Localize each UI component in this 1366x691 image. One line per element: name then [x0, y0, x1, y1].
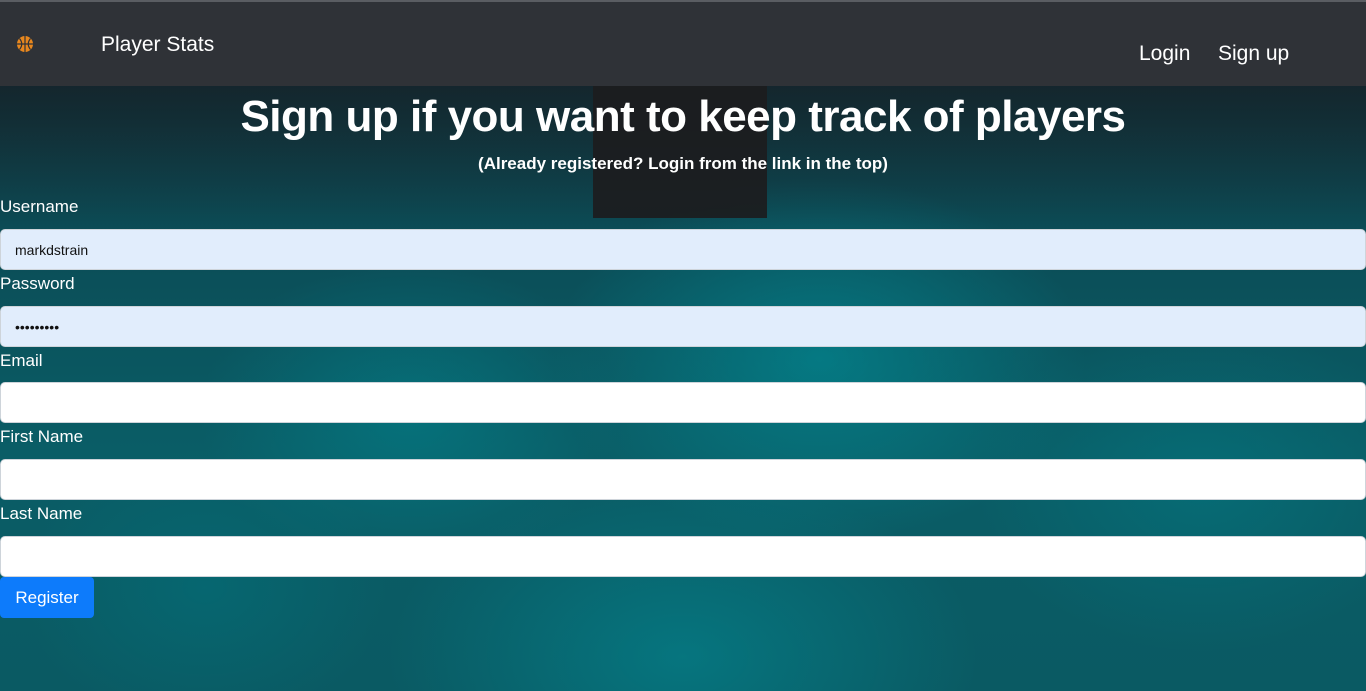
top-navbar: Player Stats Login Sign up — [0, 0, 1366, 86]
basketball-icon[interactable] — [16, 35, 34, 53]
first-name-input[interactable] — [0, 459, 1366, 500]
register-button[interactable]: Register — [0, 577, 94, 618]
last-name-input[interactable] — [0, 536, 1366, 577]
nav-login-link[interactable]: Login — [1139, 42, 1190, 66]
username-input[interactable] — [0, 229, 1366, 270]
password-label: Password — [0, 274, 75, 293]
nav-signup-link[interactable]: Sign up — [1218, 42, 1289, 66]
email-input[interactable] — [0, 382, 1366, 423]
username-label: Username — [0, 197, 79, 216]
password-input[interactable] — [0, 306, 1366, 347]
page-title: Sign up if you want to keep track of pla… — [240, 92, 1126, 141]
email-label: Email — [0, 351, 43, 370]
page-subtitle: (Already registered? Login from the link… — [478, 154, 888, 173]
brand-name-link[interactable]: Player Stats — [101, 33, 214, 57]
last-name-label: Last Name — [0, 504, 83, 523]
first-name-label: First Name — [0, 427, 84, 446]
